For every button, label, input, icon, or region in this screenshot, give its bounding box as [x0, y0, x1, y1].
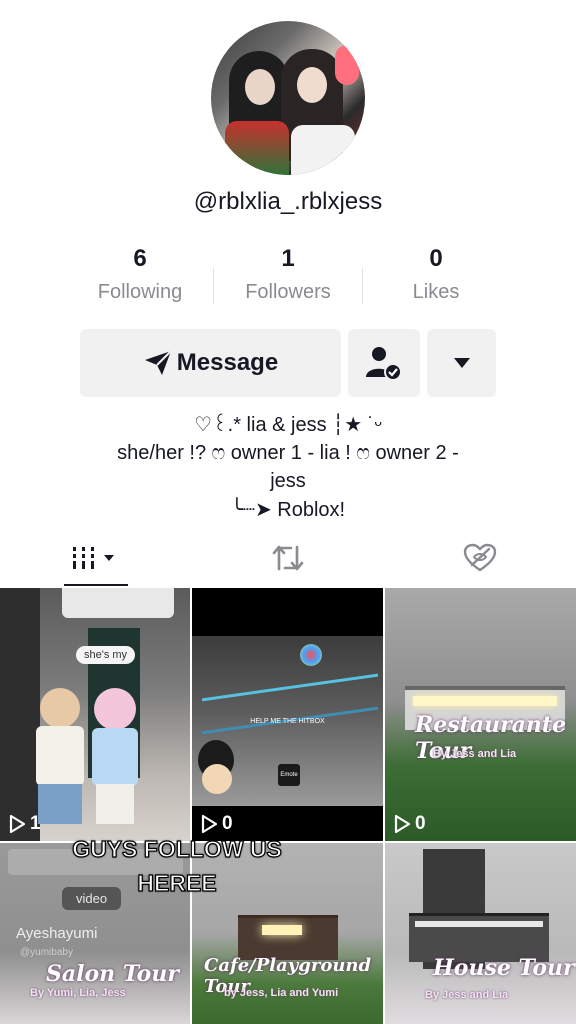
repost-icon: [272, 545, 304, 571]
emote-button-label: Emote: [278, 764, 300, 786]
bio-line-2: she/her !? ෆ owner 1 - lia ! ෆ owner 2 -: [117, 442, 459, 464]
video-subtitle-text: By Jess and Lia: [425, 989, 509, 1001]
view-count: 0: [393, 813, 426, 835]
caret-down-icon: [453, 358, 470, 368]
video-title-text: Salon Tour: [46, 961, 179, 987]
following-status-button[interactable]: [348, 329, 420, 397]
stat-likes[interactable]: 0 Likes: [361, 245, 511, 304]
videos-grid-tab[interactable]: [64, 532, 128, 584]
likes-count: 0: [429, 245, 443, 272]
following-label: Following: [97, 281, 183, 303]
stat-followers[interactable]: 1 Followers: [213, 245, 363, 304]
video-username-text: Ayeshayumi: [16, 925, 98, 942]
play-icon: [9, 814, 26, 834]
video-subtitle-text: By Jess and Lia: [433, 748, 517, 760]
bio-line-4: ╰┈➤ Roblox!: [60, 496, 516, 524]
likes-label: Likes: [412, 281, 460, 303]
profile-avatar[interactable]: [211, 21, 365, 175]
video-subtitle-text: By Yumi, Lia, Jess: [30, 987, 126, 999]
video-grid: she's my 1 HELP ME THE HITBOX Emote 0 Re…: [0, 588, 576, 1024]
grid-icon: [73, 547, 114, 569]
liked-hidden-icon: [463, 543, 497, 572]
bubble-text: she's my: [84, 649, 128, 661]
speech-bubble: she's my: [76, 646, 136, 664]
followers-label: Followers: [245, 281, 331, 303]
reposts-tab[interactable]: [256, 532, 320, 584]
liked-tab[interactable]: [448, 532, 512, 584]
more-options-button[interactable]: [427, 329, 496, 397]
video-thumbnail[interactable]: Restaurante Tour By Jess and Lia 0: [385, 588, 576, 841]
bio-line-3: jess: [270, 470, 306, 492]
bio-roblox-text: Roblox!: [277, 499, 346, 521]
overlay-caption-line-1: GUYS FOLLOW US: [72, 835, 283, 862]
view-count-value: 0: [415, 813, 426, 834]
video-subtitle-text: by Jess, Lia and Yumi: [224, 987, 339, 999]
bio-line-1: ♡꒰.* lia & jess ┆★ ˙ᵕ: [194, 414, 382, 436]
video-thumbnail[interactable]: HELP ME THE HITBOX Emote 0: [192, 588, 383, 841]
arrow-decoration: ╰┈➤: [230, 499, 272, 521]
video-caption: HELP ME THE HITBOX: [250, 718, 325, 725]
play-icon: [201, 814, 218, 834]
active-tab-indicator: [64, 584, 128, 586]
following-count: 6: [133, 245, 147, 272]
followers-count: 1: [281, 245, 295, 272]
send-icon: [144, 350, 172, 375]
video-thumbnail[interactable]: she's my 1: [0, 588, 190, 841]
message-label: Message: [176, 349, 279, 376]
person-check-icon: [366, 347, 402, 381]
overlay-caption-line-2: HEREE: [137, 869, 217, 896]
video-thumbnail[interactable]: House Tour By Jess and Lia: [385, 843, 576, 1024]
profile-username: @rblxlia_.rblxjess: [193, 188, 383, 215]
message-button[interactable]: Message: [80, 329, 341, 397]
play-icon: [394, 814, 411, 834]
video-title-text: House Tour: [433, 955, 575, 981]
video-handle-text: @yumibaby: [20, 947, 73, 958]
stat-following[interactable]: 6 Following: [65, 245, 215, 304]
